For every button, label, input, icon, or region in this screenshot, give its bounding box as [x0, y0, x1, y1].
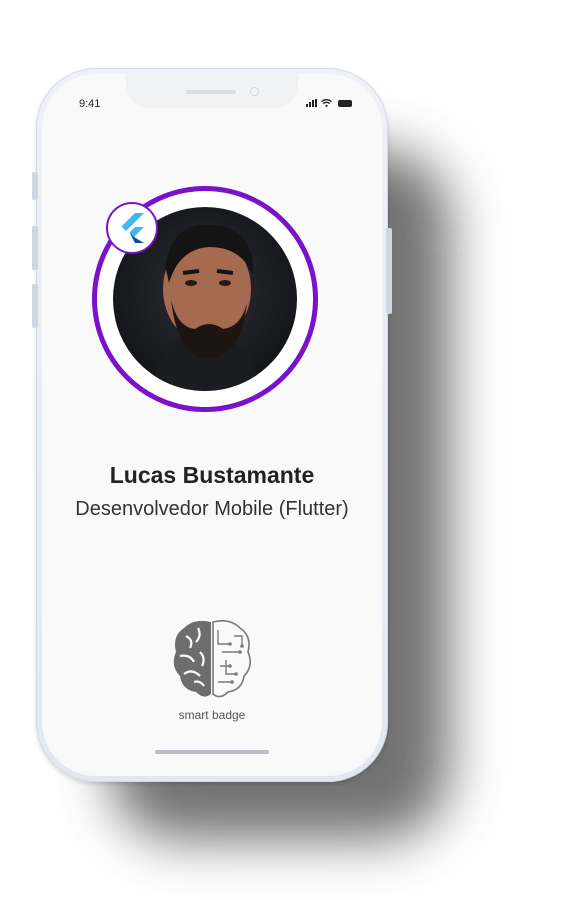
notch: [126, 74, 298, 108]
status-icons: [306, 99, 352, 107]
profile-role: Desenvolvedor Mobile (Flutter): [75, 498, 349, 520]
flutter-logo-icon: [106, 202, 158, 254]
front-camera: [250, 87, 259, 96]
volume-down-button: [32, 284, 38, 328]
volume-up-button: [32, 226, 38, 270]
signal-icon: [306, 99, 317, 107]
status-time: 9:41: [79, 98, 101, 110]
mute-switch: [32, 172, 38, 200]
brand-label: smart badge: [178, 708, 246, 722]
home-indicator[interactable]: [155, 750, 269, 754]
brain-circuit-icon: [173, 620, 252, 698]
speaker: [186, 90, 236, 94]
power-button: [386, 228, 392, 314]
wifi-icon: [321, 99, 332, 107]
phone-screen: 9:41 Lucas Bustamante Desenvolvedor Mobi…: [42, 74, 382, 776]
profile-name: Lucas Bustamante: [109, 462, 315, 488]
battery-icon: [338, 100, 352, 107]
